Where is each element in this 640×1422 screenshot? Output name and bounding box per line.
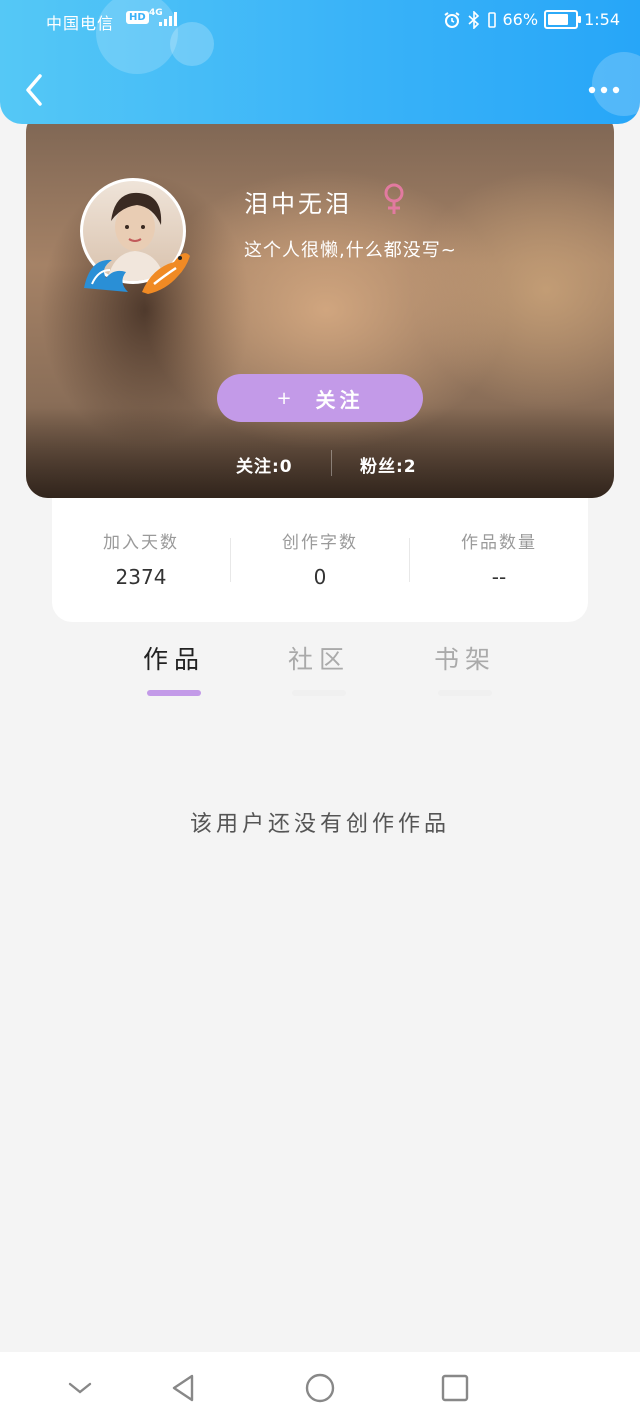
tab-community[interactable]: 社区 (259, 640, 379, 696)
chevron-down-icon[interactable] (62, 1370, 98, 1406)
circle-home-icon[interactable] (302, 1370, 338, 1406)
stat-value: -- (491, 565, 507, 589)
follow-counts: 关注:0 粉丝:2 (26, 450, 614, 478)
counts-divider (331, 450, 332, 476)
triangle-back-icon[interactable] (166, 1370, 202, 1406)
stat-word-count: 创作字数 0 (231, 528, 409, 589)
alarm-icon (443, 11, 460, 28)
tab-works[interactable]: 作品 (114, 640, 234, 696)
top-header: 中国电信 HD 4G 66% 1:54 (0, 0, 640, 124)
stat-label: 加入天数 (103, 533, 179, 553)
username: 泪中无泪 (244, 190, 352, 218)
following-count[interactable]: 关注:0 (236, 452, 293, 477)
tab-indicator (292, 690, 346, 696)
plus-icon: + (276, 387, 292, 409)
battery-icon (544, 10, 582, 29)
clock: 1:54 (584, 10, 620, 29)
status-right: 66% 1:54 (443, 10, 620, 29)
back-button[interactable] (18, 70, 52, 110)
status-bar: 中国电信 HD 4G 66% 1:54 (0, 8, 640, 34)
stat-work-count: 作品数量 -- (410, 528, 588, 589)
stat-value: 0 (313, 565, 327, 589)
follow-button-label: 关注 (315, 387, 364, 412)
stat-join-days: 加入天数 2374 (52, 528, 230, 589)
tab-label: 作品 (142, 645, 205, 674)
hd-badge: HD (126, 11, 149, 24)
fans-count[interactable]: 粉丝:2 (360, 452, 417, 477)
tab-indicator (438, 690, 492, 696)
square-recent-icon[interactable] (437, 1370, 473, 1406)
vibrate-icon (487, 11, 496, 28)
signal-icon (159, 12, 177, 26)
follow-button[interactable]: + 关注 (217, 374, 423, 422)
bluetooth-icon (467, 10, 479, 29)
stat-value: 2374 (115, 565, 167, 589)
tab-indicator (147, 690, 201, 696)
carrier-label: 中国电信 (46, 14, 115, 33)
stat-label: 作品数量 (461, 533, 537, 553)
user-bio: 这个人很懒,什么都没写~ (244, 240, 457, 261)
tab-label: 书架 (433, 645, 496, 674)
stats-panel: 加入天数 2374 创作字数 0 作品数量 -- (52, 498, 588, 622)
tab-label: 社区 (287, 645, 350, 674)
system-nav-bar (0, 1352, 640, 1422)
content-tabs: 作品 社区 书架 (0, 640, 640, 700)
stat-label: 创作字数 (282, 533, 358, 553)
profile-card: 泪中无泪 这个人很懒,什么都没写~ + 关注 关注:0 粉丝:2 (26, 110, 614, 498)
female-icon (384, 183, 404, 214)
empty-state-message: 该用户还没有创作作品 (189, 812, 450, 837)
koi-wave-badge (84, 253, 190, 294)
tab-bookshelf[interactable]: 书架 (405, 640, 525, 696)
more-button[interactable] (584, 76, 624, 104)
battery-percent: 66% (502, 10, 539, 29)
